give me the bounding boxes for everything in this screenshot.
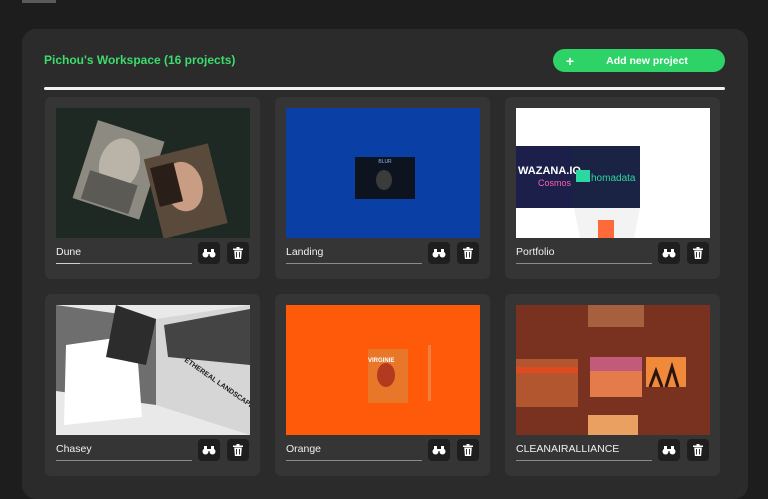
project-name: CLEANAIRALLIANCE [516, 443, 620, 455]
project-thumbnail[interactable]: BLUR [286, 108, 480, 238]
delete-project-button[interactable] [687, 439, 709, 461]
project-name: Dune [56, 246, 82, 258]
view-project-button[interactable] [428, 439, 450, 461]
project-thumbnail[interactable]: WAZANA.IO Cosmos homadata [516, 108, 710, 238]
landing-thumb-text: BLUR [378, 159, 392, 165]
project-thumbnail[interactable]: ETHEREAL LANDSCAPES [56, 305, 250, 435]
trash-icon [463, 444, 473, 456]
delete-project-button[interactable] [687, 242, 709, 264]
binoculars-icon [202, 249, 216, 258]
binoculars-icon [662, 249, 676, 258]
trash-icon [233, 444, 243, 456]
project-card[interactable]: Dune [45, 97, 260, 279]
trash-icon [693, 444, 703, 456]
binoculars-icon [202, 446, 216, 455]
view-project-button[interactable] [658, 439, 680, 461]
trash-icon [693, 247, 703, 259]
project-name: Portfolio [516, 246, 555, 258]
binoculars-icon [662, 446, 676, 455]
project-card[interactable]: BLUR Landing [275, 97, 490, 279]
portfolio-thumb-text-1: WAZANA.IO [518, 165, 581, 177]
view-project-button[interactable] [198, 439, 220, 461]
delete-project-button[interactable] [227, 242, 249, 264]
cleanair-thumbnail-art [516, 305, 710, 435]
delete-project-button[interactable] [457, 439, 479, 461]
workspace-title: Pichou's Workspace (16 projects) [44, 53, 236, 67]
project-card[interactable]: VIRGINIE Orange [275, 294, 490, 476]
portfolio-thumb-text-3: homadata [591, 173, 636, 184]
landing-thumbnail-art: BLUR [286, 108, 480, 238]
plus-icon: + [565, 52, 575, 69]
top-bar [0, 0, 768, 28]
trash-icon [463, 247, 473, 259]
project-card[interactable]: ETHEREAL LANDSCAPES Chasey [45, 294, 260, 476]
chasey-thumbnail-art: ETHEREAL LANDSCAPES [56, 305, 250, 435]
project-progress-fill [56, 263, 81, 264]
add-new-project-label: Add new project [606, 54, 688, 67]
workspace-panel: Pichou's Workspace (16 projects) + Add n… [22, 29, 748, 499]
project-progress [56, 460, 192, 461]
project-thumbnail[interactable]: VIRGINIE [286, 305, 480, 435]
project-name: Landing [286, 246, 324, 258]
binoculars-icon [432, 249, 446, 258]
project-progress [56, 263, 192, 264]
portfolio-thumbnail-art: WAZANA.IO Cosmos homadata [516, 108, 710, 238]
project-name: Orange [286, 443, 322, 455]
view-project-button[interactable] [658, 242, 680, 264]
project-card[interactable]: WAZANA.IO Cosmos homadata Portfolio [505, 97, 720, 279]
delete-project-button[interactable] [457, 242, 479, 264]
trash-icon [233, 247, 243, 259]
logo[interactable] [22, 0, 56, 3]
project-thumbnail[interactable] [56, 108, 250, 238]
portfolio-thumb-text-2: Cosmos [538, 178, 572, 188]
view-project-button[interactable] [428, 242, 450, 264]
divider [44, 87, 725, 90]
add-new-project-button[interactable]: + Add new project [553, 49, 725, 72]
project-progress [516, 460, 652, 461]
binoculars-icon [432, 446, 446, 455]
project-name: Chasey [56, 443, 92, 455]
project-card[interactable]: CLEANAIRALLIANCE [505, 294, 720, 476]
project-progress [286, 460, 422, 461]
orange-thumb-text: VIRGINIE [368, 358, 394, 364]
project-progress [286, 263, 422, 264]
project-progress [516, 263, 652, 264]
delete-project-button[interactable] [227, 439, 249, 461]
dune-thumbnail-art [56, 108, 250, 238]
view-project-button[interactable] [198, 242, 220, 264]
orange-thumbnail-art: VIRGINIE [286, 305, 480, 435]
project-thumbnail[interactable] [516, 305, 710, 435]
